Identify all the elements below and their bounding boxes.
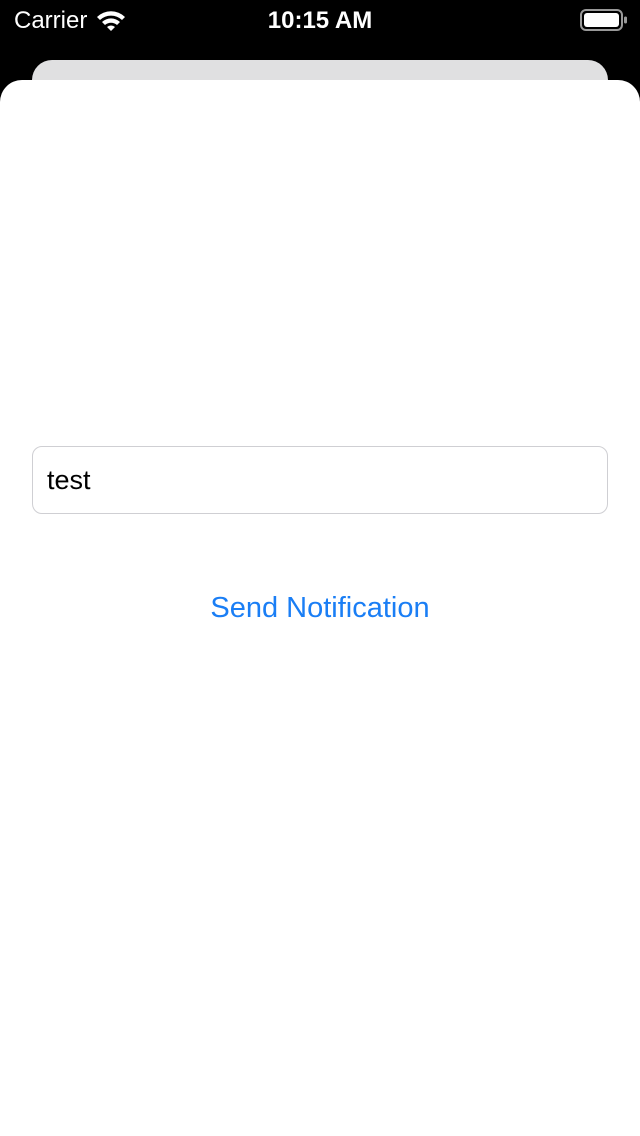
notification-text-value: test xyxy=(47,465,91,495)
send-notification-button[interactable]: Send Notification xyxy=(0,588,640,628)
status-time: 10:15 AM xyxy=(267,7,373,34)
status-bar: Carrier 10:15 AM xyxy=(0,0,640,40)
app-screen: Carrier 10:15 AM test Send Notification xyxy=(0,0,640,1136)
battery-icon xyxy=(580,9,627,31)
notification-text-field[interactable]: test xyxy=(32,446,608,514)
